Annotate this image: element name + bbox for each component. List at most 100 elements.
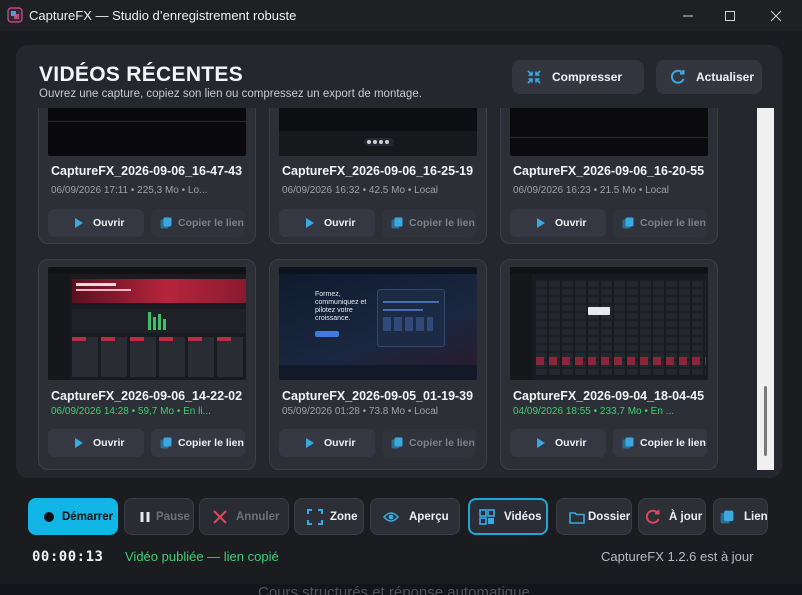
open-button[interactable]: Ouvrir [48, 429, 144, 457]
open-button[interactable]: Ouvrir [279, 429, 375, 457]
window-title: CaptureFX — Studio d’enregistrement robu… [29, 8, 297, 23]
video-thumbnail[interactable] [48, 267, 246, 380]
video-meta: 04/09/2026 18:55 • 233,7 Mo • En ... [513, 406, 675, 417]
folder-icon [569, 509, 585, 525]
video-name: CaptureFX_2026-09-06_16-25-19 [282, 164, 474, 178]
refresh-icon [670, 69, 686, 85]
play-icon [306, 218, 314, 228]
video-name: CaptureFX_2026-09-06_16-20-55 [513, 164, 705, 178]
video-meta: 06/09/2026 14:28 • 59,7 Mo • En li... [51, 406, 211, 417]
status-message: Vidéo publiée — lien copié [125, 549, 279, 564]
app-logo-icon [7, 7, 23, 23]
video-thumbnail[interactable] [510, 108, 708, 156]
eye-icon [383, 509, 399, 525]
open-label: Ouvrir [324, 437, 356, 449]
copy-link-button[interactable]: Copier le lien [382, 429, 476, 457]
copy-link-button[interactable]: Copier le lien [613, 429, 707, 457]
video-name: CaptureFX_2026-09-04_18-04-45 [513, 389, 705, 403]
scrollbar-thumb[interactable] [764, 386, 767, 456]
refresh-label: Actualiser [696, 70, 755, 84]
pause-label: Pause [156, 510, 190, 523]
folder-label: Dossier [588, 510, 631, 523]
play-icon [75, 438, 83, 448]
open-button[interactable]: Ouvrir [279, 209, 375, 237]
videos-grid[interactable]: CaptureFX_2026-09-06_16-47-43 06/09/2026… [38, 108, 738, 470]
zone-label: Zone [330, 510, 358, 523]
open-button[interactable]: Ouvrir [48, 209, 144, 237]
preview-label: Aperçu [409, 510, 449, 523]
video-meta: 05/09/2026 01:28 • 73.8 Mo • Local [282, 406, 439, 417]
play-icon [75, 218, 83, 228]
video-thumbnail[interactable] [510, 267, 708, 380]
record-icon [41, 509, 57, 525]
video-card[interactable]: CaptureFX_2026-09-06_16-20-55 06/09/2026… [500, 108, 718, 244]
copy-icon [622, 437, 634, 449]
background-window-text: Cours structurés et réponse automatique [258, 584, 530, 595]
video-meta: 06/09/2026 16:23 • 21.5 Mo • Local [513, 185, 670, 196]
copy-link-button[interactable]: Copier le lien [382, 209, 476, 237]
compress-icon [526, 69, 542, 85]
close-icon [770, 10, 782, 22]
video-thumbnail[interactable] [48, 108, 246, 156]
copy-icon [719, 509, 735, 525]
open-label: Ouvrir [555, 437, 587, 449]
close-button[interactable] [766, 6, 786, 26]
open-button[interactable]: Ouvrir [510, 209, 606, 237]
copy-label: Copier le lien [640, 217, 706, 229]
video-card[interactable]: Formez, communiquez et pilotez votre cro… [269, 259, 487, 470]
cancel-button[interactable]: Annuler [199, 498, 289, 535]
video-card[interactable]: CaptureFX_2026-09-06_14-22-02 06/09/2026… [38, 259, 256, 470]
video-thumbnail[interactable]: Formez, communiquez et pilotez votre cro… [279, 267, 477, 380]
refresh-button[interactable]: Actualiser [656, 60, 762, 94]
bottom-toolbar: Démarrer Pause Annuler Zone Aperçu Vidéo… [0, 490, 802, 595]
compress-button[interactable]: Compresser [512, 60, 644, 94]
copy-icon [391, 217, 403, 229]
folder-button[interactable]: Dossier [556, 498, 632, 535]
start-button[interactable]: Démarrer [28, 498, 118, 535]
copy-icon [160, 217, 172, 229]
vertical-scrollbar[interactable] [757, 108, 774, 470]
copy-icon [391, 437, 403, 449]
video-card[interactable]: CaptureFX_2026-09-04_18-04-45 04/09/2026… [500, 259, 718, 470]
video-name: CaptureFX_2026-09-06_14-22-02 [51, 389, 243, 403]
maximize-button[interactable] [720, 6, 740, 26]
refresh-icon [645, 509, 661, 525]
version-status: CaptureFX 1.2.6 est à jour [601, 549, 754, 564]
title-bar: CaptureFX — Studio d’enregistrement robu… [0, 0, 802, 31]
zone-button[interactable]: Zone [294, 498, 364, 535]
copy-link-button[interactable]: Copier le lien [151, 429, 245, 457]
start-label: Démarrer [62, 510, 114, 523]
video-card[interactable]: CaptureFX_2026-09-06_16-25-19 06/09/2026… [269, 108, 487, 244]
play-icon [306, 438, 314, 448]
copy-label: Copier le lien [178, 217, 244, 229]
video-card[interactable]: CaptureFX_2026-09-06_16-47-43 06/09/2026… [38, 108, 256, 244]
minimize-button[interactable] [678, 6, 698, 26]
open-button[interactable]: Ouvrir [510, 429, 606, 457]
copy-link-button[interactable]: Copier le lien [151, 209, 245, 237]
copy-label: Copier le lien [409, 217, 475, 229]
video-thumbnail[interactable] [279, 108, 477, 156]
copy-link-button[interactable]: Copier le lien [613, 209, 707, 237]
zone-icon [307, 509, 323, 525]
play-icon [537, 438, 545, 448]
open-label: Ouvrir [93, 437, 125, 449]
pause-button[interactable]: Pause [124, 498, 194, 535]
update-button[interactable]: À jour [638, 498, 706, 535]
compress-label: Compresser [552, 70, 623, 84]
page-title: VIDÉOS RÉCENTES [39, 63, 244, 86]
maximize-icon [725, 11, 735, 21]
recording-timer: 00:00:13 [32, 549, 104, 565]
preview-button[interactable]: Aperçu [370, 498, 460, 535]
cancel-label: Annuler [236, 510, 280, 523]
open-label: Ouvrir [93, 217, 125, 229]
copy-label: Copier le lien [409, 437, 475, 449]
video-name: CaptureFX_2026-09-06_16-47-43 [51, 164, 243, 178]
open-label: Ouvrir [555, 217, 587, 229]
recent-videos-panel: VIDÉOS RÉCENTES Ouvrez une capture, copi… [16, 45, 782, 478]
link-button[interactable]: Lien [713, 498, 768, 535]
open-label: Ouvrir [324, 217, 356, 229]
videos-button[interactable]: Vidéos [468, 498, 548, 535]
videos-label: Vidéos [504, 510, 542, 523]
cancel-icon [212, 509, 228, 525]
video-name: CaptureFX_2026-09-05_01-19-39 [282, 389, 474, 403]
